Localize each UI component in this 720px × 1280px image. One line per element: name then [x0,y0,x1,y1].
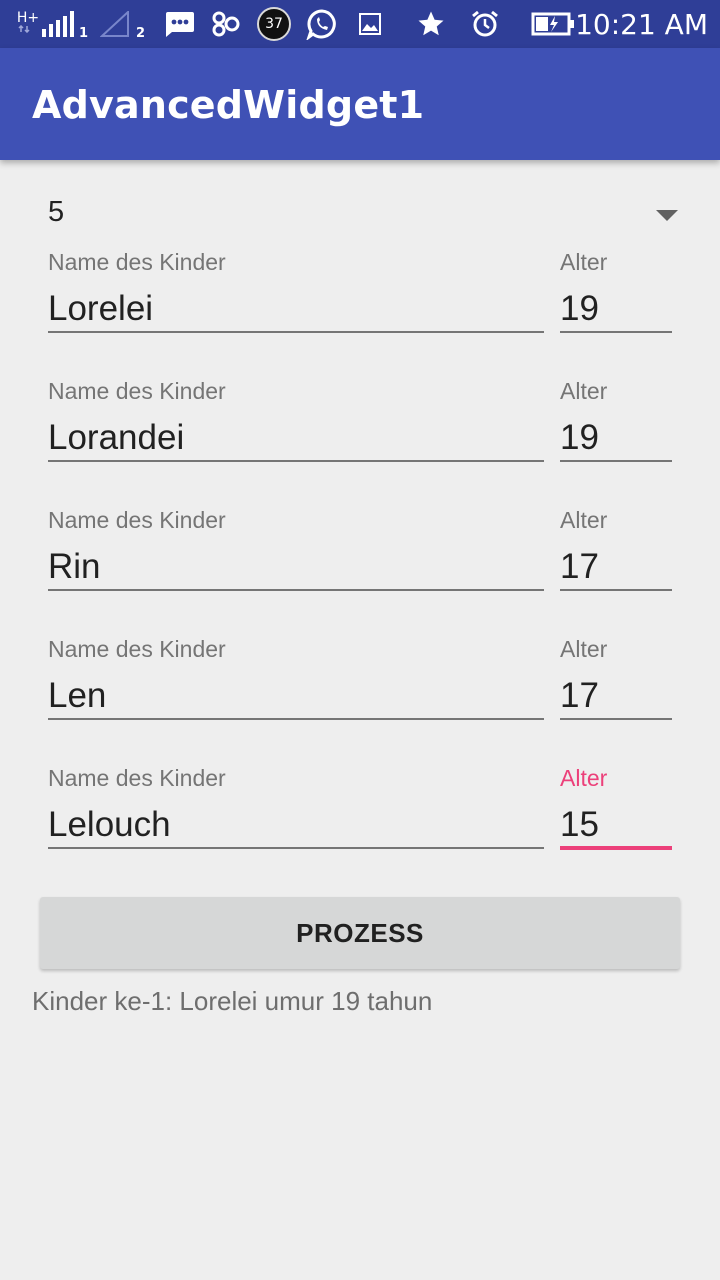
age-field-label: Alter [560,249,608,275]
name-input-underline [48,718,544,720]
name-input-underline [48,331,544,333]
message-icon [160,0,198,48]
clock: 10:21 AM [575,8,708,41]
signal-icon [38,0,78,48]
age-input-underline [560,718,672,720]
name-field-label: Name des Kinder [48,507,226,533]
name-input[interactable]: Lorelei [48,289,153,329]
age-field-label: Alter [560,765,608,791]
child-row-1: Name des Kinder Lorelei Alter 19 [0,249,720,378]
name-field-label: Name des Kinder [48,378,226,404]
image-icon [356,0,384,48]
app-title: AdvancedWidget1 [32,83,425,127]
notification-count: 37 [265,16,283,32]
name-input-underline [48,589,544,591]
age-input-underline [560,331,672,333]
name-input[interactable]: Rin [48,547,101,587]
name-input-underline [48,460,544,462]
status-bar: H+ 1 2 37 10:21 AM [0,0,720,48]
age-input[interactable]: 19 [560,289,599,329]
age-input[interactable]: 17 [560,676,599,716]
age-input[interactable]: 15 [560,805,599,845]
name-input[interactable]: Lorandei [48,418,184,458]
spinner-value: 5 [48,196,65,228]
age-input[interactable]: 17 [560,547,599,587]
name-field-label: Name des Kinder [48,765,226,791]
name-input-underline [48,847,544,849]
age-input-underline [560,846,672,850]
star-icon [414,0,448,48]
count-spinner[interactable]: 5 [32,180,688,252]
alarm-icon [468,0,502,48]
age-field-label: Alter [560,507,608,533]
battery-charging-icon [530,0,576,48]
dropdown-arrow-icon [656,210,678,221]
child-row-2: Name des Kinder Lorandei Alter 19 [0,378,720,507]
link-icon [210,0,242,48]
child-row-3: Name des Kinder Rin Alter 17 [0,507,720,636]
name-input[interactable]: Len [48,676,106,716]
child-row-5: Name des Kinder Lelouch Alter 15 [0,765,720,894]
name-field-label: Name des Kinder [48,249,226,275]
app-bar: AdvancedWidget1 [0,48,720,160]
age-input-underline [560,589,672,591]
network-type-label: H+ [16,10,40,26]
name-field-label: Name des Kinder [48,636,226,662]
age-input[interactable]: 19 [560,418,599,458]
whatsapp-icon [304,0,340,48]
age-input-underline [560,460,672,462]
process-button[interactable]: PROZESS [40,897,680,969]
sim2-label: 2 [136,26,146,41]
child-row-4: Name des Kinder Len Alter 17 [0,636,720,765]
signal-empty-icon [98,0,132,48]
result-text: Kinder ke-1: Lorelei umur 19 tahun [32,986,433,1016]
name-input[interactable]: Lelouch [48,805,171,845]
sim1-label: 1 [79,26,89,41]
age-field-label: Alter [560,636,608,662]
age-field-label: Alter [560,378,608,404]
count-badge-icon: 37 [256,0,292,48]
